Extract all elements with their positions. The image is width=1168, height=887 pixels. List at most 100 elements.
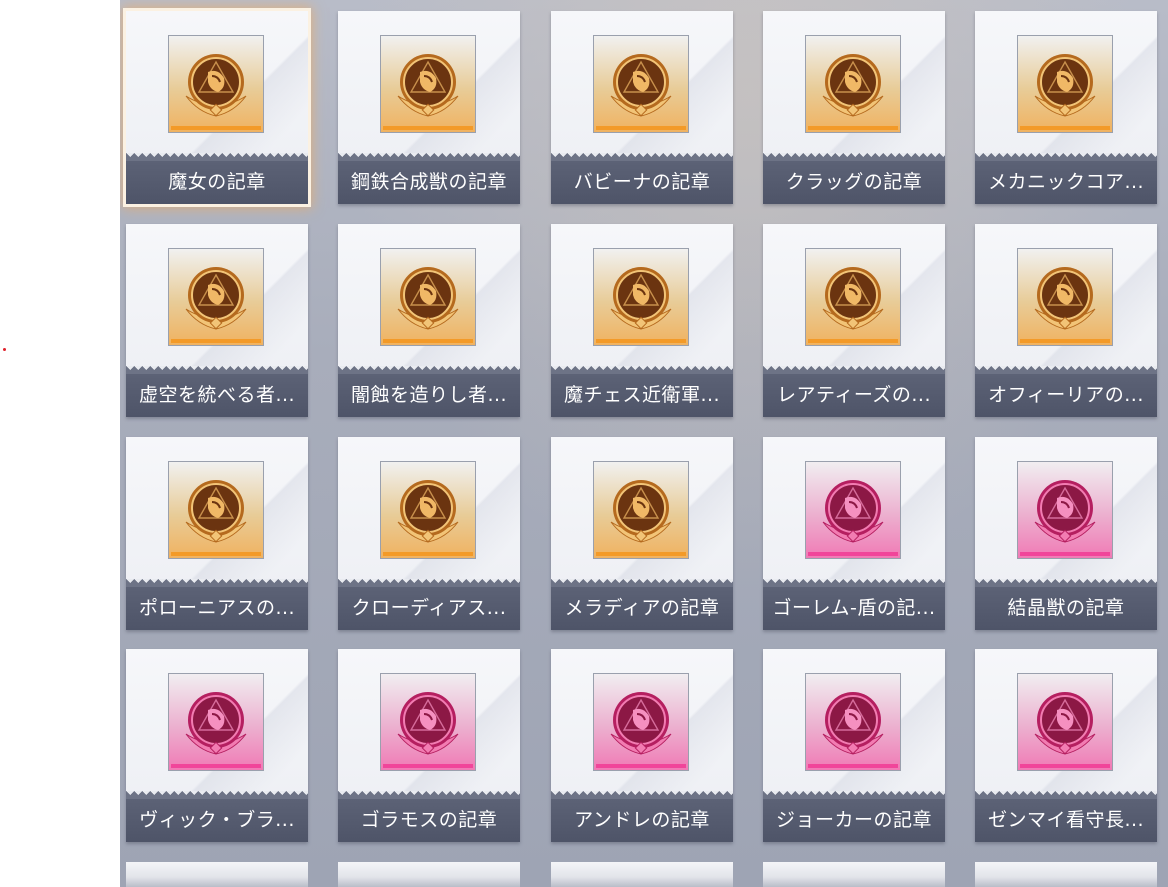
emblem-card[interactable]: アンドレの記章 [551, 649, 733, 842]
emblem-card[interactable]: ゴーレム-盾の記... [763, 437, 945, 630]
emblem-card[interactable]: バビーナの記章 [551, 11, 733, 204]
emblem-card-partial[interactable] [551, 862, 733, 887]
emblem-name: ヴィック・ブラ... [126, 799, 308, 842]
emblem-card[interactable]: メカニックコア... [975, 11, 1157, 204]
emblem-name: 魔女の記章 [126, 161, 308, 204]
emblem-card[interactable]: オフィーリアの... [975, 224, 1157, 417]
witch-emblem-icon [185, 54, 247, 117]
emblem-name: バビーナの記章 [551, 161, 733, 204]
emblem-card[interactable]: 虚空を統べる者... [126, 224, 308, 417]
dark-erosion-creator-emblem-icon [397, 267, 459, 330]
emblem-card-partial[interactable] [763, 862, 945, 887]
emblem-name: ゼンマイ看守長... [975, 799, 1157, 842]
emblem-card[interactable]: 結晶獣の記章 [975, 437, 1157, 630]
rarity-bar [1020, 552, 1110, 556]
emblem-icon-frame [805, 248, 901, 346]
emblem-card[interactable]: ゼンマイ看守長... [975, 649, 1157, 842]
card-divider [975, 791, 1157, 799]
emblem-card[interactable]: ゴラモスの記章 [338, 649, 520, 842]
card-divider [763, 579, 945, 587]
emblem-card[interactable]: クラッグの記章 [763, 11, 945, 204]
card-divider [551, 153, 733, 161]
polonius-emblem-icon [185, 480, 247, 543]
card-divider [126, 366, 308, 374]
emblem-card[interactable]: ジョーカーの記章 [763, 649, 945, 842]
emblem-card[interactable]: レアティーズの... [763, 224, 945, 417]
rarity-bar [808, 126, 898, 130]
laertes-emblem-icon [822, 267, 884, 330]
rarity-bar [1020, 339, 1110, 343]
rarity-bar [808, 339, 898, 343]
emblem-card[interactable]: 魔女の記章 [123, 8, 311, 207]
emblem-icon-frame [805, 673, 901, 771]
ophelia-emblem-icon [1034, 267, 1096, 330]
rarity-bar [383, 764, 473, 768]
emblem-name: メラディアの記章 [551, 587, 733, 630]
emblem-icon-frame [380, 248, 476, 346]
emblem-icon-frame [380, 461, 476, 559]
emblem-name: アンドレの記章 [551, 799, 733, 842]
zenmai-warden-emblem-icon [1034, 692, 1096, 755]
void-ruler-emblem-icon [185, 267, 247, 330]
card-divider [551, 579, 733, 587]
emblem-name: 魔チェス近衛軍... [551, 374, 733, 417]
card-divider [975, 153, 1157, 161]
vick-bra-emblem-icon [185, 692, 247, 755]
emblem-card[interactable]: 鋼鉄合成獣の記章 [338, 11, 520, 204]
rarity-bar [808, 764, 898, 768]
crystal-beast-emblem-icon [1034, 480, 1096, 543]
emblem-card[interactable]: 魔チェス近衛軍... [551, 224, 733, 417]
card-divider [763, 791, 945, 799]
emblem-icon-frame [805, 461, 901, 559]
emblem-grid-panel: 魔女の記章 鋼鉄合成獣の記章 バビーナの記章 クラッグの記章 メカニックコア... 虚空を… [120, 0, 1168, 887]
emblem-card[interactable]: 闇蝕を造りし者... [338, 224, 520, 417]
emblem-name: 結晶獣の記章 [975, 587, 1157, 630]
card-divider [975, 579, 1157, 587]
emblem-name: 闇蝕を造りし者... [338, 374, 520, 417]
emblem-name: 鋼鉄合成獣の記章 [338, 161, 520, 204]
emblem-icon-frame [1017, 248, 1113, 346]
rarity-bar [383, 126, 473, 130]
emblem-card-partial[interactable] [338, 862, 520, 887]
rarity-bar [596, 764, 686, 768]
card-divider [126, 579, 308, 587]
card-divider [338, 153, 520, 161]
card-divider [338, 791, 520, 799]
emblem-name: レアティーズの... [763, 374, 945, 417]
card-divider [763, 153, 945, 161]
emblem-card[interactable]: ポローニアスの... [126, 437, 308, 630]
emblem-card[interactable]: メラディアの記章 [551, 437, 733, 630]
meradia-emblem-icon [610, 480, 672, 543]
emblem-name: ゴラモスの記章 [338, 799, 520, 842]
emblem-card-partial[interactable] [975, 862, 1157, 887]
emblem-icon-frame [1017, 35, 1113, 133]
steel-chimera-emblem-icon [397, 54, 459, 117]
emblem-name: 虚空を統べる者... [126, 374, 308, 417]
card-divider [126, 791, 308, 799]
emblem-icon-frame [380, 673, 476, 771]
claudius-emblem-icon [397, 480, 459, 543]
emblem-name: クローディアス... [338, 587, 520, 630]
emblem-name: メカニックコア... [975, 161, 1157, 204]
card-divider [975, 366, 1157, 374]
babina-emblem-icon [610, 54, 672, 117]
emblem-name: クラッグの記章 [763, 161, 945, 204]
emblem-card-partial[interactable] [126, 862, 308, 887]
rarity-bar [808, 552, 898, 556]
mechanic-core-emblem-icon [1034, 54, 1096, 117]
emblem-icon-frame [168, 461, 264, 559]
emblem-icon-frame [168, 673, 264, 771]
golem-shield-emblem-icon [822, 480, 884, 543]
emblem-icon-frame [593, 673, 689, 771]
emblem-icon-frame [593, 461, 689, 559]
emblem-card[interactable]: クローディアス... [338, 437, 520, 630]
emblem-icon-frame [380, 35, 476, 133]
rarity-bar [171, 339, 261, 343]
rarity-bar [596, 339, 686, 343]
card-divider [126, 153, 308, 161]
emblem-icon-frame [593, 248, 689, 346]
emblem-card[interactable]: ヴィック・ブラ... [126, 649, 308, 842]
rarity-bar [596, 126, 686, 130]
emblem-icon-frame [1017, 461, 1113, 559]
crag-emblem-icon [822, 54, 884, 117]
